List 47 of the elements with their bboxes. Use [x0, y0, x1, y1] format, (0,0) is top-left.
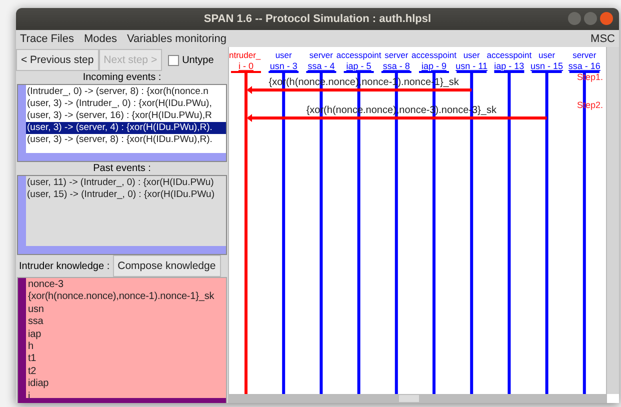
event-item[interactable]: (user, 15) -> (Intruder_, 0) : {xor(H(IDu.PWu)	[26, 189, 226, 201]
past-events-heading: Past events :	[92, 162, 152, 175]
entity-name: server	[384, 50, 408, 60]
entity-id: i - 0	[238, 61, 254, 71]
knowledge-item: t1	[27, 353, 38, 366]
entity-name: user	[538, 50, 556, 60]
menu-item[interactable]: MSC	[590, 32, 615, 44]
entity-id: usn - 11	[456, 61, 488, 71]
window-title: SPAN 1.6 -- Protocol Simulation : auth.hlpsl	[204, 13, 432, 25]
knowledge-item: t2	[27, 366, 38, 378]
knowledge-item: usn	[27, 304, 45, 316]
event-item[interactable]: (user, 3) -> (Intruder_, 0) : {xor(H(IDu.PWu),	[26, 98, 226, 110]
event-item[interactable]: (user, 3) -> (server, 8) : {xor(H(IDu.PWu),R).	[26, 134, 226, 146]
entity-id: iap - 5	[346, 61, 372, 71]
entity-id: iap - 13	[494, 61, 524, 71]
entity-id: ssa - 16	[568, 61, 600, 71]
event-item[interactable]: (Intruder_, 0) -> (server, 8) : {xor(h(nonce.n	[26, 86, 226, 98]
entity-id: ssa - 4	[308, 61, 335, 71]
menu-item[interactable]: Modes	[84, 32, 118, 44]
untype-label: Untype	[182, 54, 214, 66]
compose-knowledge-button[interactable]: Compose knowledge	[112, 255, 221, 277]
entity-name: server	[309, 50, 334, 60]
menu-item[interactable]: Trace Files	[20, 32, 74, 44]
step-button[interactable]: < Previous step	[16, 49, 99, 71]
entity-name: user	[275, 50, 292, 60]
entity-id: iap - 9	[422, 61, 446, 71]
knowledge-item: iap	[27, 328, 42, 342]
event-item[interactable]: (user, 3) -> (server, 16) : {xor(H(IDu.PWu),R	[26, 110, 226, 122]
entity-name: server	[572, 50, 596, 60]
knowledge-item: idiap	[27, 378, 50, 391]
entity-name: accesspoint	[336, 50, 382, 60]
entity-name: accesspoint	[412, 50, 456, 60]
knowledge-item: nonce-3	[27, 279, 64, 292]
knowledge-item: {xor(h(nonce.nonce),nonce-1).nonce-1}_sk	[27, 291, 216, 304]
knowledge-item: h	[27, 341, 34, 354]
entity-id: ssa - 8	[382, 61, 410, 71]
entity-id: usn - 3	[270, 61, 298, 71]
entity-name: user	[463, 50, 480, 60]
entity-name: ntruder_	[229, 50, 261, 60]
entity-id: usn - 15	[530, 61, 564, 71]
menu-item[interactable]: Variables monitoring	[127, 32, 226, 44]
entity-name: accesspoint	[486, 50, 532, 60]
intruder-knowledge-label: Intruder knowledge :	[18, 260, 111, 272]
knowledge-item: ssa	[27, 316, 44, 329]
event-item[interactable]: (user, 11) -> (Intruder_, 0) : {xor(H(IDu.PWu)	[26, 177, 226, 189]
incoming-events-heading: Incoming events :	[82, 71, 162, 84]
event-item[interactable]: (user, 3) -> (server, 4) : {xor(H(IDu.PWu),R).	[26, 122, 226, 134]
